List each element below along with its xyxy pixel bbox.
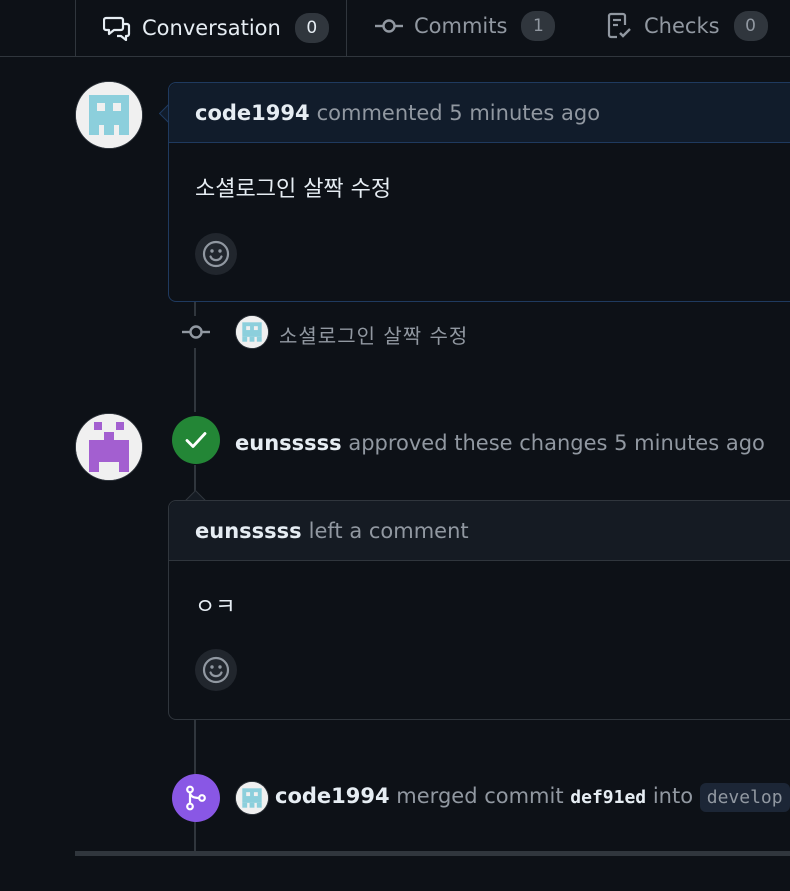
- merge-author-link[interactable]: code1994: [275, 784, 390, 808]
- pr-tab-bar: Conversation 0 Commits 1 Checks 0: [0, 0, 790, 57]
- git-commit-icon: [374, 11, 404, 41]
- commit-sha-link[interactable]: def91ed: [570, 787, 646, 808]
- tab-conversation[interactable]: Conversation 0: [75, 0, 347, 56]
- check-icon: [185, 432, 207, 448]
- tab-conversation-count: 0: [294, 13, 329, 43]
- comment-action: left a comment: [308, 518, 469, 543]
- review-event-text: eunsssss approved these changes 5 minute…: [235, 431, 765, 455]
- tab-checks-count: 0: [733, 11, 768, 41]
- review-action[interactable]: approved these changes 5 minutes ago: [348, 431, 765, 455]
- merge-into: into: [652, 784, 694, 808]
- merge-event-text: code1994 merged commit def91ed into deve…: [275, 783, 790, 812]
- avatar[interactable]: [236, 782, 268, 814]
- tab-commits-label: Commits: [414, 14, 508, 38]
- git-commit-icon: [180, 316, 212, 348]
- comment-author-link[interactable]: code1994: [195, 101, 310, 125]
- timeline-end-divider: [75, 851, 790, 856]
- checklist-icon: [604, 11, 634, 41]
- comment-timestamp[interactable]: commented 5 minutes ago: [317, 101, 600, 125]
- git-merge-icon: [186, 785, 206, 811]
- tab-commits[interactable]: Commits 1: [374, 0, 556, 52]
- tab-checks-label: Checks: [644, 14, 720, 38]
- comment-author-link[interactable]: eunsssss: [195, 519, 302, 543]
- comment-body: ㅇㅋ: [195, 595, 236, 620]
- comment-discussion-icon: [102, 13, 132, 43]
- tab-checks[interactable]: Checks 0: [604, 0, 768, 52]
- tab-commits-count: 1: [521, 11, 556, 41]
- avatar[interactable]: [76, 82, 142, 148]
- merge-action: merged commit: [396, 784, 564, 808]
- comment-body: 소셜로그인 살짝 수정: [195, 177, 392, 202]
- avatar[interactable]: [76, 414, 142, 480]
- comment-header: code1994 commented 5 minutes ago: [169, 83, 790, 143]
- comment-header: eunsssss left a comment: [169, 501, 790, 561]
- approved-badge: [172, 416, 220, 464]
- merged-badge: [172, 774, 220, 822]
- comment-box: code1994 commented 5 minutes ago 소셜로그인 살…: [168, 82, 790, 302]
- review-author-link[interactable]: eunsssss: [235, 431, 342, 455]
- smiley-icon: [202, 656, 230, 684]
- add-reaction-button[interactable]: [195, 649, 237, 691]
- branch-label[interactable]: develop: [699, 783, 790, 812]
- commit-message-link[interactable]: 소셜로그인 살짝 수정: [279, 320, 468, 349]
- avatar[interactable]: [236, 316, 268, 348]
- smiley-icon: [202, 240, 230, 268]
- review-comment-box: eunsssss left a comment ㅇㅋ: [168, 500, 790, 720]
- tab-conversation-label: Conversation: [142, 16, 281, 40]
- add-reaction-button[interactable]: [195, 233, 237, 275]
